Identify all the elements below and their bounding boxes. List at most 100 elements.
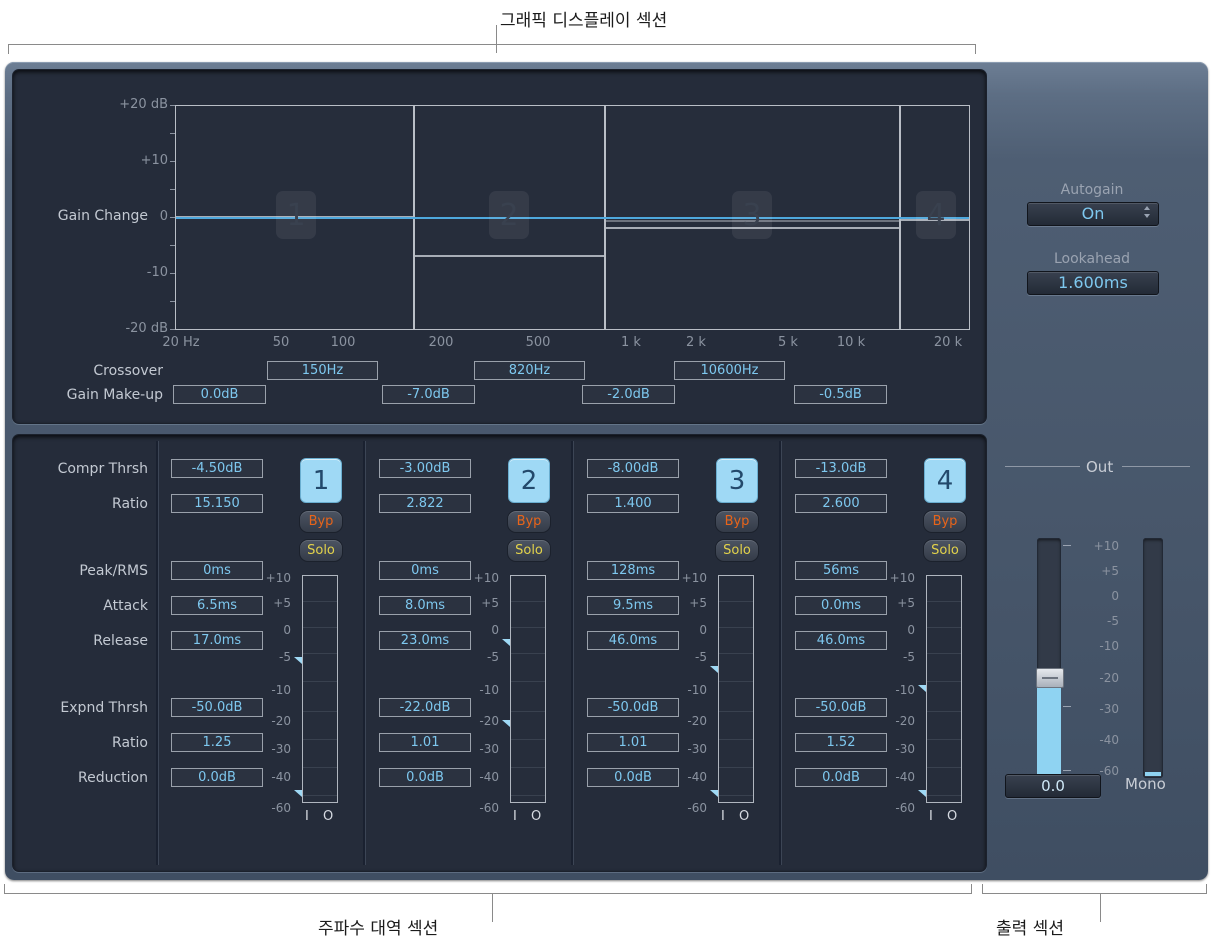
band2-attack[interactable]: 8.0ms: [379, 596, 471, 615]
band4-attack[interactable]: 0.0ms: [795, 596, 887, 615]
band3-release[interactable]: 46.0ms: [587, 631, 679, 650]
band4-release[interactable]: 46.0ms: [795, 631, 887, 650]
gain-makeup-field-1[interactable]: 0.0dB: [173, 385, 266, 404]
band4-compr-thrsh[interactable]: -13.0dB: [795, 459, 887, 478]
band1-bypass-button[interactable]: Byp: [299, 510, 343, 533]
gain-change-plot[interactable]: 1 2 3 4: [175, 105, 970, 330]
band1-select-button[interactable]: 1: [300, 458, 342, 503]
band1-meter-scale-m10: -10: [271, 683, 291, 697]
gain-makeup-field-2[interactable]: -7.0dB: [382, 385, 475, 404]
plot-band-badge-2[interactable]: 2: [489, 191, 529, 239]
band1-compr-thrsh[interactable]: -4.50dB: [171, 459, 263, 478]
band3-attack[interactable]: 9.5ms: [587, 596, 679, 615]
band2-peak-rms[interactable]: 0ms: [379, 561, 471, 580]
band3-expander-threshold-handle[interactable]: [710, 790, 718, 797]
band2-gain-line[interactable]: [415, 255, 604, 257]
lookahead-field[interactable]: 1.600ms: [1027, 271, 1159, 295]
band3-expnd-thrsh[interactable]: -50.0dB: [587, 698, 679, 717]
band4-expnd-thrsh[interactable]: -50.0dB: [795, 698, 887, 717]
band1-solo-button[interactable]: Solo: [299, 539, 343, 562]
plot-band-badge-3[interactable]: 3: [732, 191, 772, 239]
band4-meter-scale-p5: +5: [897, 596, 915, 610]
band4-reduction[interactable]: 0.0dB: [795, 768, 887, 787]
autogain-popup[interactable]: On: [1027, 202, 1159, 226]
x-tick-label-100: 100: [330, 335, 356, 350]
plot-band-badge-1[interactable]: 1: [276, 191, 316, 239]
band2-expander-threshold-handle[interactable]: [502, 720, 510, 727]
band2-meter-scale-m30: -30: [479, 742, 499, 756]
out-rule-right: [1122, 466, 1190, 467]
band3-meter-scale-p10: +10: [681, 571, 707, 585]
band3-select-button[interactable]: 3: [716, 458, 758, 503]
output-fader-track[interactable]: [1036, 538, 1064, 778]
output-level-meter: [1143, 538, 1163, 778]
band4-expander-threshold-handle[interactable]: [918, 790, 926, 797]
band4-expnd-ratio[interactable]: 1.52: [795, 733, 887, 752]
band4-compr-ratio[interactable]: 2.600: [795, 494, 887, 513]
output-fader-tick-top: [1063, 545, 1071, 546]
band2-bypass-button[interactable]: Byp: [507, 510, 551, 533]
y-tick-label-10db: +10: [140, 153, 168, 168]
output-fader-tick-mid: [1063, 706, 1071, 707]
band2-compressor-threshold-handle[interactable]: [502, 639, 510, 646]
band2-solo-button[interactable]: Solo: [507, 539, 551, 562]
row-label-compr-thrsh: Compr Thrsh: [57, 461, 148, 477]
output-fader-fill: [1037, 678, 1061, 778]
band2-compr-thrsh[interactable]: -3.00dB: [379, 459, 471, 478]
band2-release[interactable]: 23.0ms: [379, 631, 471, 650]
band3-solo-button[interactable]: Solo: [715, 539, 759, 562]
band1-compr-ratio[interactable]: 15.150: [171, 494, 263, 513]
annotation-frequency-band: 주파수 대역 섹션: [318, 919, 439, 939]
band2-meter-scale-m5: -5: [487, 650, 499, 664]
band1-attack[interactable]: 6.5ms: [171, 596, 263, 615]
band4-select-button[interactable]: 4: [924, 458, 966, 503]
row-label-release: Release: [93, 633, 148, 649]
band3-peak-rms[interactable]: 128ms: [587, 561, 679, 580]
row-label-attack: Attack: [103, 598, 148, 614]
band2-expnd-thrsh[interactable]: -22.0dB: [379, 698, 471, 717]
row-label-expnd-thrsh: Expnd Thrsh: [60, 700, 148, 716]
output-fader-knob[interactable]: [1036, 668, 1064, 688]
graphic-display-section: +20 dB +10 0 -10 -20 dB Gain Change 1 2 …: [12, 69, 987, 424]
band2-meter-scale-m60: -60: [479, 801, 499, 815]
band4-compressor-threshold-handle[interactable]: [918, 685, 926, 692]
band1-expander-threshold-handle[interactable]: [294, 790, 302, 797]
x-tick-label-1k: 1 k: [621, 335, 641, 350]
band2-select-button[interactable]: 2: [508, 458, 550, 503]
band3-expnd-ratio[interactable]: 1.01: [587, 733, 679, 752]
band2-meter: [510, 575, 546, 803]
band3-compr-thrsh[interactable]: -8.00dB: [587, 459, 679, 478]
gain-makeup-label: Gain Make-up: [66, 387, 163, 403]
band2-compr-ratio[interactable]: 2.822: [379, 494, 471, 513]
band2-reduction[interactable]: 0.0dB: [379, 768, 471, 787]
band4-solo-button[interactable]: Solo: [923, 539, 967, 562]
band4-bypass-button[interactable]: Byp: [923, 510, 967, 533]
lookahead-label: Lookahead: [1053, 251, 1131, 267]
gain-makeup-field-4[interactable]: -0.5dB: [794, 385, 887, 404]
crossover-field-3[interactable]: 10600Hz: [674, 361, 785, 380]
crossover-field-2[interactable]: 820Hz: [474, 361, 585, 380]
band1-expnd-thrsh[interactable]: -50.0dB: [171, 698, 263, 717]
output-gain-field[interactable]: 0.0: [1005, 774, 1101, 798]
band3-compressor-threshold-handle[interactable]: [710, 666, 718, 673]
band4-io-label: I O: [929, 809, 963, 824]
band1-release[interactable]: 17.0ms: [171, 631, 263, 650]
crossover-field-1[interactable]: 150Hz: [267, 361, 378, 380]
band2-meter-scale-m40: -40: [479, 770, 499, 784]
x-tick-label-50: 50: [272, 335, 290, 350]
band1-expnd-ratio[interactable]: 1.25: [171, 733, 263, 752]
x-tick-label-5k: 5 k: [778, 335, 798, 350]
band1-compressor-threshold-handle[interactable]: [294, 657, 302, 664]
band3-meter-scale-m10: -10: [687, 683, 707, 697]
gain-makeup-field-3[interactable]: -2.0dB: [582, 385, 675, 404]
band2-expnd-ratio[interactable]: 1.01: [379, 733, 471, 752]
band3-compr-ratio[interactable]: 1.400: [587, 494, 679, 513]
band2-meter-scale-m10: -10: [479, 683, 499, 697]
chevron-updown-icon[interactable]: [1144, 206, 1151, 223]
band3-bypass-button[interactable]: Byp: [715, 510, 759, 533]
band4-peak-rms[interactable]: 56ms: [795, 561, 887, 580]
band1-reduction[interactable]: 0.0dB: [171, 768, 263, 787]
band3-reduction[interactable]: 0.0dB: [587, 768, 679, 787]
band1-peak-rms[interactable]: 0ms: [171, 561, 263, 580]
plot-band-badge-4[interactable]: 4: [916, 191, 956, 239]
